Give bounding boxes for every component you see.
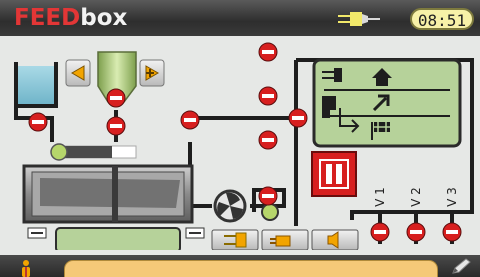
valve-indicator[interactable] <box>258 186 278 206</box>
valve-indicator[interactable] <box>106 88 126 108</box>
fan-icon <box>213 189 247 223</box>
logo-box-text: box <box>80 5 128 31</box>
pump-status-indicator <box>261 203 279 221</box>
decrease-dose-button[interactable] <box>65 59 91 87</box>
power-feed-button[interactable] <box>211 229 259 250</box>
valve-indicator[interactable] <box>288 108 308 128</box>
valve-indicator[interactable] <box>370 222 390 242</box>
plug-icon <box>338 9 382 33</box>
valve-label-v2: V 2 <box>409 187 423 207</box>
person-icon[interactable] <box>12 259 40 277</box>
feedbox-hmi-screen: FEEDbox 08:51 V 1 V 2 V 3 <box>0 0 480 277</box>
app-logo: FEEDbox <box>14 3 127 33</box>
speaker-button[interactable] <box>311 229 359 250</box>
valve-indicator[interactable] <box>258 86 278 106</box>
valve-label-v3: V 3 <box>445 187 459 207</box>
valve-indicator[interactable] <box>258 42 278 62</box>
valve-label-v1: V 1 <box>373 187 387 207</box>
mixer-left-valve-icon <box>27 227 47 239</box>
valve-indicator[interactable] <box>106 116 126 136</box>
valve-indicator[interactable] <box>180 110 200 130</box>
mixer-right-valve-icon <box>185 227 205 239</box>
hand-mode-button[interactable] <box>261 229 309 250</box>
dosing-level-bar <box>50 143 137 161</box>
status-message-field <box>64 260 438 277</box>
process-diagram <box>14 42 474 250</box>
valve-indicator[interactable] <box>442 222 462 242</box>
pencil-icon[interactable] <box>450 258 472 277</box>
valve-indicator[interactable] <box>28 112 48 132</box>
logo-feed-text: FEED <box>14 5 81 31</box>
mixer-level-display <box>55 227 181 250</box>
valve-indicator[interactable] <box>258 130 278 150</box>
pause-button[interactable] <box>311 151 357 197</box>
valve-indicator[interactable] <box>406 222 426 242</box>
increase-dose-button[interactable] <box>139 59 165 87</box>
mixer-tank <box>22 164 194 224</box>
water-tank <box>14 62 58 108</box>
clock-display: 08:51 <box>410 8 474 30</box>
